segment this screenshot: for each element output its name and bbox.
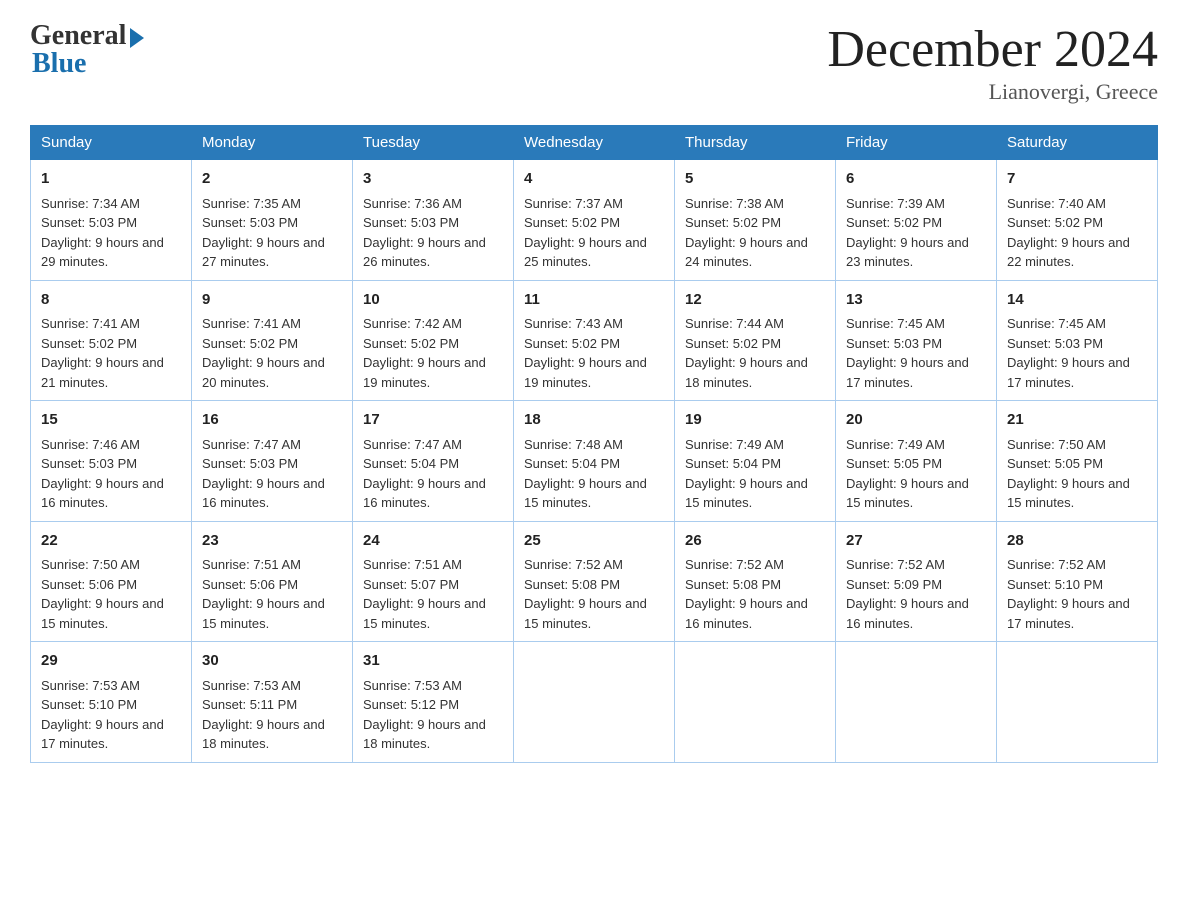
logo-blue-text: Blue bbox=[30, 48, 86, 80]
day-number: 14 bbox=[1007, 289, 1147, 312]
day-number: 10 bbox=[363, 289, 503, 312]
day-number: 23 bbox=[202, 530, 342, 553]
day-number: 26 bbox=[685, 530, 825, 553]
week-row-2: 8Sunrise: 7:41 AMSunset: 5:02 PMDaylight… bbox=[31, 280, 1158, 401]
day-cell-10: 10Sunrise: 7:42 AMSunset: 5:02 PMDayligh… bbox=[353, 280, 514, 401]
day-number: 30 bbox=[202, 650, 342, 673]
empty-cell bbox=[675, 642, 836, 763]
header-wednesday: Wednesday bbox=[514, 126, 675, 160]
day-cell-8: 8Sunrise: 7:41 AMSunset: 5:02 PMDaylight… bbox=[31, 280, 192, 401]
day-number: 13 bbox=[846, 289, 986, 312]
day-cell-18: 18Sunrise: 7:48 AMSunset: 5:04 PMDayligh… bbox=[514, 401, 675, 522]
day-cell-17: 17Sunrise: 7:47 AMSunset: 5:04 PMDayligh… bbox=[353, 401, 514, 522]
title-block: December 2024 Lianovergi, Greece bbox=[827, 20, 1158, 105]
day-cell-23: 23Sunrise: 7:51 AMSunset: 5:06 PMDayligh… bbox=[192, 521, 353, 642]
day-number: 9 bbox=[202, 289, 342, 312]
day-cell-22: 22Sunrise: 7:50 AMSunset: 5:06 PMDayligh… bbox=[31, 521, 192, 642]
day-cell-7: 7Sunrise: 7:40 AMSunset: 5:02 PMDaylight… bbox=[997, 160, 1158, 281]
day-number: 21 bbox=[1007, 409, 1147, 432]
calendar-header-row: SundayMondayTuesdayWednesdayThursdayFrid… bbox=[31, 126, 1158, 160]
day-number: 15 bbox=[41, 409, 181, 432]
day-cell-20: 20Sunrise: 7:49 AMSunset: 5:05 PMDayligh… bbox=[836, 401, 997, 522]
day-cell-14: 14Sunrise: 7:45 AMSunset: 5:03 PMDayligh… bbox=[997, 280, 1158, 401]
empty-cell bbox=[836, 642, 997, 763]
week-row-1: 1Sunrise: 7:34 AMSunset: 5:03 PMDaylight… bbox=[31, 160, 1158, 281]
day-number: 5 bbox=[685, 168, 825, 191]
day-number: 17 bbox=[363, 409, 503, 432]
week-row-4: 22Sunrise: 7:50 AMSunset: 5:06 PMDayligh… bbox=[31, 521, 1158, 642]
week-row-3: 15Sunrise: 7:46 AMSunset: 5:03 PMDayligh… bbox=[31, 401, 1158, 522]
day-number: 7 bbox=[1007, 168, 1147, 191]
day-cell-12: 12Sunrise: 7:44 AMSunset: 5:02 PMDayligh… bbox=[675, 280, 836, 401]
empty-cell bbox=[997, 642, 1158, 763]
day-cell-31: 31Sunrise: 7:53 AMSunset: 5:12 PMDayligh… bbox=[353, 642, 514, 763]
day-number: 16 bbox=[202, 409, 342, 432]
day-number: 20 bbox=[846, 409, 986, 432]
day-cell-16: 16Sunrise: 7:47 AMSunset: 5:03 PMDayligh… bbox=[192, 401, 353, 522]
day-number: 22 bbox=[41, 530, 181, 553]
day-cell-29: 29Sunrise: 7:53 AMSunset: 5:10 PMDayligh… bbox=[31, 642, 192, 763]
logo-arrow-icon bbox=[130, 28, 144, 48]
day-cell-11: 11Sunrise: 7:43 AMSunset: 5:02 PMDayligh… bbox=[514, 280, 675, 401]
day-number: 11 bbox=[524, 289, 664, 312]
day-number: 19 bbox=[685, 409, 825, 432]
day-number: 12 bbox=[685, 289, 825, 312]
day-cell-13: 13Sunrise: 7:45 AMSunset: 5:03 PMDayligh… bbox=[836, 280, 997, 401]
day-number: 18 bbox=[524, 409, 664, 432]
day-cell-2: 2Sunrise: 7:35 AMSunset: 5:03 PMDaylight… bbox=[192, 160, 353, 281]
day-number: 6 bbox=[846, 168, 986, 191]
header-thursday: Thursday bbox=[675, 126, 836, 160]
day-number: 8 bbox=[41, 289, 181, 312]
day-number: 29 bbox=[41, 650, 181, 673]
day-number: 27 bbox=[846, 530, 986, 553]
day-cell-9: 9Sunrise: 7:41 AMSunset: 5:02 PMDaylight… bbox=[192, 280, 353, 401]
day-cell-6: 6Sunrise: 7:39 AMSunset: 5:02 PMDaylight… bbox=[836, 160, 997, 281]
header-tuesday: Tuesday bbox=[353, 126, 514, 160]
day-number: 24 bbox=[363, 530, 503, 553]
month-title: December 2024 bbox=[827, 20, 1158, 79]
page-header: General Blue December 2024 Lianovergi, G… bbox=[30, 20, 1158, 105]
day-cell-5: 5Sunrise: 7:38 AMSunset: 5:02 PMDaylight… bbox=[675, 160, 836, 281]
header-saturday: Saturday bbox=[997, 126, 1158, 160]
day-cell-28: 28Sunrise: 7:52 AMSunset: 5:10 PMDayligh… bbox=[997, 521, 1158, 642]
day-number: 25 bbox=[524, 530, 664, 553]
week-row-5: 29Sunrise: 7:53 AMSunset: 5:10 PMDayligh… bbox=[31, 642, 1158, 763]
day-cell-30: 30Sunrise: 7:53 AMSunset: 5:11 PMDayligh… bbox=[192, 642, 353, 763]
day-cell-1: 1Sunrise: 7:34 AMSunset: 5:03 PMDaylight… bbox=[31, 160, 192, 281]
day-number: 4 bbox=[524, 168, 664, 191]
day-cell-24: 24Sunrise: 7:51 AMSunset: 5:07 PMDayligh… bbox=[353, 521, 514, 642]
day-cell-15: 15Sunrise: 7:46 AMSunset: 5:03 PMDayligh… bbox=[31, 401, 192, 522]
day-number: 2 bbox=[202, 168, 342, 191]
day-number: 28 bbox=[1007, 530, 1147, 553]
header-monday: Monday bbox=[192, 126, 353, 160]
day-number: 31 bbox=[363, 650, 503, 673]
day-cell-3: 3Sunrise: 7:36 AMSunset: 5:03 PMDaylight… bbox=[353, 160, 514, 281]
day-cell-27: 27Sunrise: 7:52 AMSunset: 5:09 PMDayligh… bbox=[836, 521, 997, 642]
day-cell-21: 21Sunrise: 7:50 AMSunset: 5:05 PMDayligh… bbox=[997, 401, 1158, 522]
day-number: 1 bbox=[41, 168, 181, 191]
day-cell-26: 26Sunrise: 7:52 AMSunset: 5:08 PMDayligh… bbox=[675, 521, 836, 642]
day-cell-25: 25Sunrise: 7:52 AMSunset: 5:08 PMDayligh… bbox=[514, 521, 675, 642]
header-friday: Friday bbox=[836, 126, 997, 160]
day-cell-4: 4Sunrise: 7:37 AMSunset: 5:02 PMDaylight… bbox=[514, 160, 675, 281]
location-text: Lianovergi, Greece bbox=[827, 79, 1158, 105]
day-number: 3 bbox=[363, 168, 503, 191]
calendar-table: SundayMondayTuesdayWednesdayThursdayFrid… bbox=[30, 125, 1158, 763]
header-sunday: Sunday bbox=[31, 126, 192, 160]
logo: General Blue bbox=[30, 20, 144, 80]
day-cell-19: 19Sunrise: 7:49 AMSunset: 5:04 PMDayligh… bbox=[675, 401, 836, 522]
empty-cell bbox=[514, 642, 675, 763]
